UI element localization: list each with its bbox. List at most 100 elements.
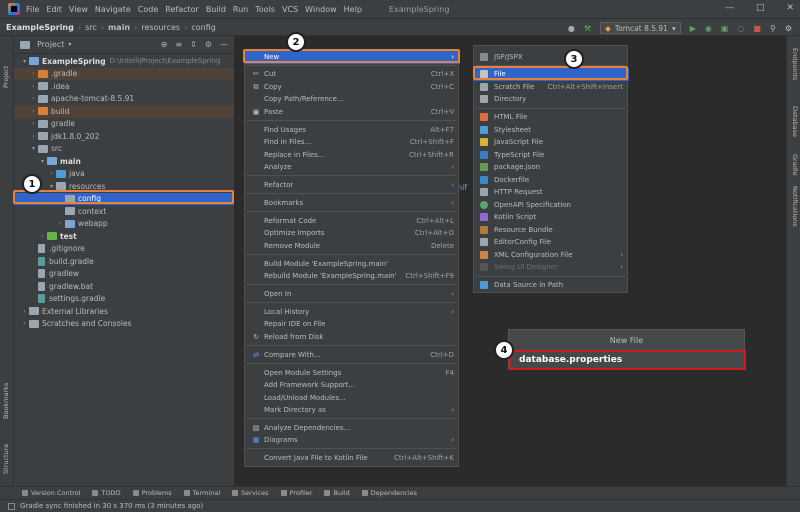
search-icon[interactable]: ⚲ [770,24,776,33]
tab-problems[interactable]: Problems [132,489,172,497]
ctx-item-find-usages[interactable]: Find Usages Alt+F7 [245,124,460,137]
maximize-icon[interactable]: □ [756,3,765,13]
menu-vcs[interactable]: VCS [282,5,298,14]
debug-icon[interactable]: ◉ [705,24,712,33]
new-item-http-request[interactable]: HTTP Request [474,186,629,199]
run-icon[interactable]: ▶ [690,24,696,33]
tab-version-control[interactable]: Version Control [22,489,80,497]
menu-file[interactable]: File [26,5,39,14]
ctx-item-load-unload[interactable]: Load/Unload Modules... [245,392,460,405]
crumb-project[interactable]: ExampleSpring [6,23,74,32]
crumb-config[interactable]: config [191,23,215,32]
minimize-icon[interactable]: — [725,3,734,13]
crumb-src[interactable]: src [85,23,97,32]
tree-item-gradlew-bat[interactable]: gradlew.bat [14,280,234,293]
ctx-item-find-in-files[interactable]: Find in Files... Ctrl+Shift+F [245,136,460,149]
tab-database[interactable]: Database [791,106,799,137]
expand-icon[interactable]: ⇕ [190,40,197,49]
tree-item-root[interactable]: ▾ ExampleSpring D:\IntelliJProject\Example… [14,55,234,68]
new-item-kotlin-script[interactable]: Kotlin Script [474,211,629,224]
tab-project[interactable]: Project [2,66,10,88]
tree-item-external-libraries[interactable]: › External Libraries [14,305,234,318]
ctx-item-reload[interactable]: ↻ Reload from Disk [245,331,460,344]
new-item-resource-bundle[interactable]: Resource Bundle [474,224,629,237]
file-name-input[interactable] [509,350,746,370]
close-icon[interactable]: ✕ [786,3,794,13]
new-item-directory[interactable]: Directory [474,93,629,106]
tree-item-gradle-dir[interactable]: › .gradle [14,67,234,80]
new-item-html[interactable]: HTML File [474,111,629,124]
menu-view[interactable]: View [69,5,88,14]
menu-refactor[interactable]: Refactor [165,5,199,14]
tree-item-jdk[interactable]: › jdk1.8.0_202 [14,130,234,143]
ctx-item-reformat[interactable]: Reformat Code Ctrl+Alt+L [245,215,460,228]
project-panel-title[interactable]: Project [37,40,64,49]
ctx-item-diagrams[interactable]: ▦ Diagrams › [245,434,460,447]
ctx-item-remove-module[interactable]: Remove Module Delete [245,240,460,253]
tab-dependencies[interactable]: Dependencies [361,489,417,497]
locate-icon[interactable]: ⊕ [161,40,168,49]
menu-build[interactable]: Build [206,5,226,14]
tab-endpoints[interactable]: Endpoints [791,48,799,80]
new-item-openapi[interactable]: OpenAPI Specification [474,199,629,212]
hide-icon[interactable]: — [220,40,228,49]
menu-navigate[interactable]: Navigate [95,5,131,14]
new-item-ts[interactable]: TypeScript File [474,149,629,162]
new-item-jsp[interactable]: JSP/JSPX [474,51,629,64]
gear-icon[interactable]: ⚙ [205,40,212,49]
ctx-item-copy-path[interactable]: Copy Path/Reference... [245,93,460,106]
ctx-item-paste[interactable]: ▣ Paste Ctrl+V [245,106,460,119]
profile-icon[interactable]: ◌ [737,24,744,33]
hammer-icon[interactable]: ⚒ [584,24,591,33]
tree-item-gradle[interactable]: › gradle [14,118,234,131]
tab-profiler[interactable]: Profiler [280,489,312,497]
tab-notifications[interactable]: Notifications [791,186,799,227]
ctx-item-cut[interactable]: ✂ Cut Ctrl+X [245,68,460,81]
ctx-item-compare-with[interactable]: ⇄ Compare With... Ctrl+D [245,349,460,362]
tab-todo[interactable]: TODO [92,489,121,497]
new-item-xml-config[interactable]: XML Configuration File › [474,249,629,262]
ctx-item-copy[interactable]: ⧉ Copy Ctrl+C [245,81,460,94]
tree-item-gitignore[interactable]: .gitignore [14,243,234,256]
tree-item-webapp[interactable]: › webapp [14,218,234,231]
tree-item-test[interactable]: › test [14,230,234,243]
menu-code[interactable]: Code [138,5,158,14]
crumb-main[interactable]: main [108,23,130,32]
tree-item-build[interactable]: › build [14,105,234,118]
tab-services[interactable]: Services [232,489,269,497]
user-icon[interactable]: ● [568,24,575,33]
ctx-item-module-settings[interactable]: Open Module Settings F4 [245,367,460,380]
coverage-icon[interactable]: ▣ [721,24,729,33]
stop-icon[interactable]: ■ [753,24,761,33]
tree-item-src[interactable]: ▾ src [14,143,234,156]
menu-tools[interactable]: Tools [255,5,275,14]
new-item-dockerfile[interactable]: Dockerfile [474,174,629,187]
settings-icon[interactable]: ⚙ [785,24,792,33]
status-text[interactable]: Gradle sync finished in 30 s 370 ms (3 m… [20,502,203,510]
ctx-item-open-in[interactable]: Open In › [245,288,460,301]
tree-item-gradlew[interactable]: gradlew [14,268,234,281]
new-item-js[interactable]: JavaScript File [474,136,629,149]
new-item-scratch[interactable]: Scratch File Ctrl+Alt+Shift+Insert [474,81,629,94]
ctx-item-bookmarks[interactable]: Bookmarks › [245,197,460,210]
ctx-item-convert-kotlin[interactable]: Convert Java File to Kotlin File Ctrl+Alt… [245,452,460,465]
tab-terminal[interactable]: Terminal [183,489,220,497]
new-item-stylesheet[interactable]: Stylesheet [474,124,629,137]
ctx-item-add-framework[interactable]: Add Framework Support... [245,379,460,392]
tab-gradle[interactable]: Gradle [791,154,799,176]
ctx-item-mark-directory[interactable]: Mark Directory as › [245,404,460,417]
new-item-package-json[interactable]: package.json [474,161,629,174]
tab-build[interactable]: Build [324,489,350,497]
tab-structure[interactable]: Structure [2,444,10,474]
run-config-dropdown[interactable]: ◆ Tomcat 8.5.91 ▾ [600,22,681,34]
crumb-resources[interactable]: resources [141,23,180,32]
ctx-item-analyze-deps[interactable]: ▧ Analyze Dependencies... [245,422,460,435]
menu-edit[interactable]: Edit [46,5,62,14]
collapse-icon[interactable]: ≡ [175,40,182,49]
new-item-data-source[interactable]: Data Source in Path [474,279,629,292]
menu-run[interactable]: Run [233,5,248,14]
tree-item-scratches[interactable]: › Scratches and Consoles [14,318,234,331]
menu-window[interactable]: Window [305,5,337,14]
tree-item-context[interactable]: context [14,205,234,218]
tree-item-idea[interactable]: › .idea [14,80,234,93]
